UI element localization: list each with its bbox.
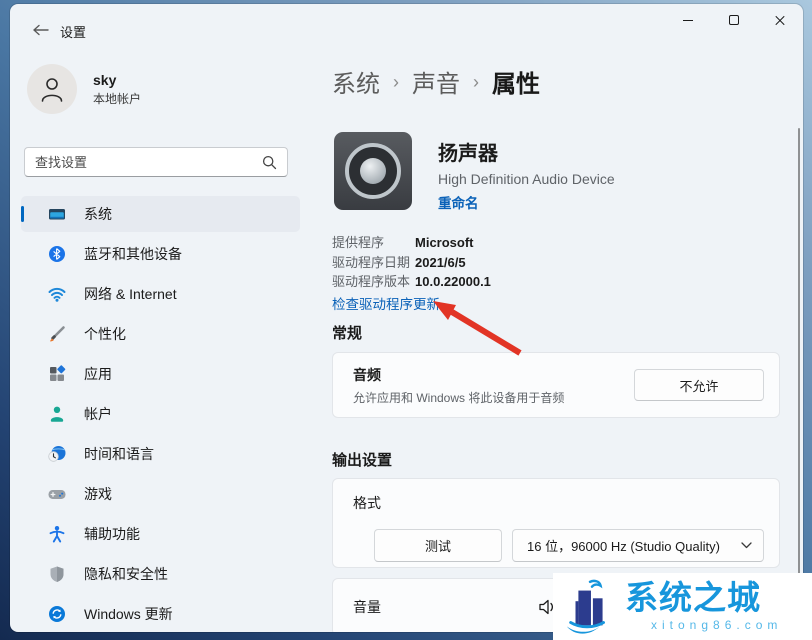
sidebar-item-personalization[interactable]: 个性化: [21, 316, 300, 352]
breadcrumb-item-system[interactable]: 系统: [332, 64, 380, 99]
audio-row-title: 音频: [353, 366, 381, 383]
wifi-icon: [47, 284, 67, 304]
accounts-person-icon: [47, 404, 67, 424]
sidebar-item-accessibility[interactable]: 辅助功能: [21, 516, 300, 552]
device-header: 扬声器 High Definition Audio Device 重命名: [334, 132, 615, 212]
sidebar-item-bluetooth-devices[interactable]: 蓝牙和其他设备: [21, 236, 300, 272]
sidebar-item-privacy-security[interactable]: 隐私和安全性: [21, 556, 300, 592]
check-driver-update-link[interactable]: 检查驱动程序更新: [332, 293, 440, 313]
breadcrumb-item-sound[interactable]: 声音: [412, 64, 460, 99]
speaker-device-icon: [334, 132, 412, 210]
watermark-url: xitong86.com: [651, 617, 783, 632]
user-profile[interactable]: sky 本地帐户: [27, 64, 141, 114]
sidebar-item-label: 时间和语言: [84, 446, 154, 462]
driver-version-value: 10.0.22000.1: [415, 274, 491, 289]
chevron-right-icon: ›: [473, 72, 479, 92]
sidebar-item-label: 帐户: [84, 406, 112, 422]
search-box[interactable]: [24, 147, 288, 177]
bluetooth-icon: [47, 244, 67, 264]
main-content: 系统 › 声音 › 属性 扬声器 High Definition Audio D…: [332, 4, 780, 632]
scrollbar[interactable]: [798, 128, 800, 626]
sidebar-item-system[interactable]: 系统: [21, 196, 300, 232]
sidebar-item-label: Windows 更新: [84, 606, 173, 622]
driver-date-row: 驱动程序日期 2021/6/5: [332, 253, 491, 273]
system-monitor-icon: [47, 204, 67, 224]
sidebar-item-time-language[interactable]: 时间和语言: [21, 436, 300, 472]
sidebar-item-label: 网络 & Internet: [84, 286, 177, 302]
sidebar-item-label: 辅助功能: [84, 526, 140, 542]
volume-label: 音量: [353, 599, 381, 615]
search-icon: [262, 155, 277, 169]
driver-info: 提供程序 Microsoft 驱动程序日期 2021/6/5 驱动程序版本 10…: [332, 233, 491, 292]
person-icon: [41, 78, 63, 102]
sidebar-item-label: 游戏: [84, 486, 112, 502]
device-name: 扬声器: [438, 143, 498, 165]
privacy-shield-icon: [47, 564, 67, 584]
personalization-brush-icon: [47, 324, 67, 344]
driver-date-value: 2021/6/5: [415, 254, 466, 270]
sidebar-item-network-internet[interactable]: 网络 & Internet: [21, 276, 300, 312]
sidebar-item-label: 系统: [84, 206, 112, 222]
format-dropdown-value: 16 位，96000 Hz (Studio Quality): [527, 539, 720, 554]
sidebar-item-accounts[interactable]: 帐户: [21, 396, 300, 432]
user-account-type: 本地帐户: [93, 91, 142, 106]
sidebar-item-label: 蓝牙和其他设备: [84, 246, 182, 262]
format-card: 格式 测试 16 位，96000 Hz (Studio Quality): [332, 478, 780, 568]
device-description: High Definition Audio Device: [438, 171, 615, 187]
watermark: 系统之城 xitong86.com: [553, 573, 812, 640]
windows-update-icon: [47, 604, 67, 624]
driver-date-label: 驱动程序日期: [332, 254, 411, 270]
driver-provider-label: 提供程序: [332, 235, 385, 250]
time-language-icon: [47, 444, 67, 464]
sidebar-item-apps[interactable]: 应用: [21, 356, 300, 392]
watermark-title: 系统之城: [625, 580, 761, 617]
test-button[interactable]: 测试: [374, 529, 502, 562]
sidebar-item-gaming[interactable]: 游戏: [21, 476, 300, 512]
audio-permission-card: 音频 允许应用和 Windows 将此设备用于音频 不允许: [332, 352, 780, 418]
audio-row-subtitle: 允许应用和 Windows 将此设备用于音频: [353, 390, 565, 405]
sidebar-nav: 系统 蓝牙和其他设备 网络 & Internet 个性化 应用 帐户 时间和语言…: [10, 196, 312, 632]
driver-version-label: 驱动程序版本: [332, 274, 411, 289]
breadcrumb-item-properties: 属性: [492, 71, 540, 98]
driver-provider-value: Microsoft: [415, 235, 474, 250]
general-section-header: 常规: [332, 325, 363, 342]
driver-provider-row: 提供程序 Microsoft: [332, 233, 491, 253]
output-section-header: 输出设置: [332, 452, 393, 469]
chevron-right-icon: ›: [393, 72, 399, 92]
format-label: 格式: [353, 495, 381, 511]
sidebar: sky 本地帐户 系统: [10, 4, 312, 632]
selected-indicator: [21, 206, 24, 222]
sidebar-item-windows-update[interactable]: Windows 更新: [21, 596, 300, 632]
sidebar-item-label: 应用: [84, 366, 112, 382]
chevron-down-icon: [741, 542, 752, 549]
sidebar-item-label: 个性化: [84, 326, 126, 342]
accessibility-icon: [47, 524, 67, 544]
avatar: [27, 64, 77, 114]
sidebar-item-label: 隐私和安全性: [84, 566, 168, 582]
disallow-button[interactable]: 不允许: [634, 369, 764, 401]
search-input[interactable]: [35, 154, 262, 170]
breadcrumb: 系统 › 声音 › 属性: [332, 64, 540, 99]
rename-link[interactable]: 重命名: [438, 192, 615, 212]
settings-window: 设置 sky 本地帐户 查找设置 系统 蓝牙和其他设备 网络 & Interne…: [10, 4, 803, 632]
gamepad-icon: [47, 484, 67, 504]
watermark-logo-icon: [566, 579, 605, 634]
user-name: sky: [93, 71, 117, 88]
format-dropdown[interactable]: 16 位，96000 Hz (Studio Quality): [512, 529, 764, 562]
driver-version-row: 驱动程序版本 10.0.22000.1: [332, 272, 491, 292]
apps-icon: [47, 364, 67, 384]
